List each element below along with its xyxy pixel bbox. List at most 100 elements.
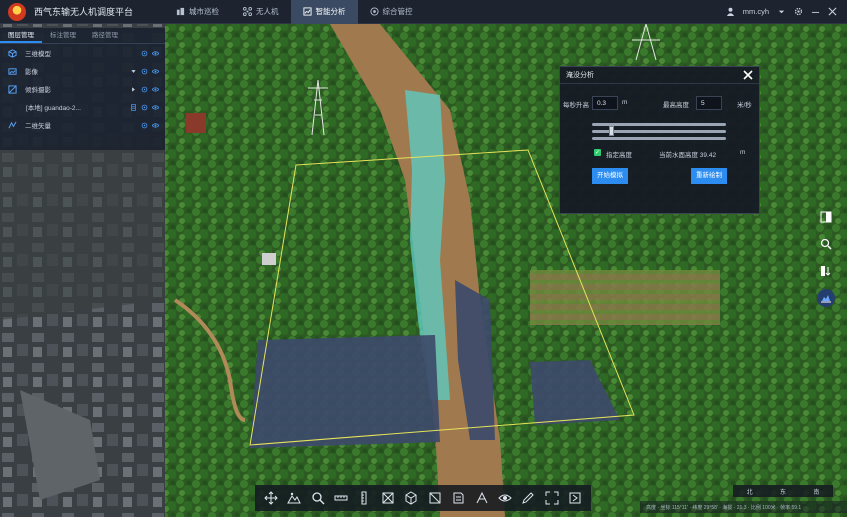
tab-city-inspection[interactable]: 城市巡检 [164,0,231,24]
search-button[interactable] [309,489,327,507]
specify-height-checkbox[interactable]: ✓ [594,149,601,156]
search-icon [311,492,325,505]
terrain-icon [287,492,301,504]
tab-integrated-control[interactable]: 综合管控 [358,0,425,24]
minimize-icon[interactable] [811,7,820,16]
app-logo [8,2,26,21]
chevron-down-icon[interactable] [130,68,137,75]
max-height-input[interactable] [696,96,722,110]
tab-label: 无人机 [256,7,279,16]
status-text: 高度 · 坐标 115°11' · 纬度 29°58' · 海拔 · 21.3 … [646,504,802,511]
viewshed-button[interactable] [496,489,514,507]
nav-tabs: 城市巡检 无人机 智能分析 综合管控 [164,0,425,24]
flood-analysis-panel: 淹没分析 [559,66,760,214]
locate-icon[interactable] [141,86,148,93]
split-screen-button[interactable] [817,262,835,280]
rise-rate-unit: m [622,99,628,106]
document-icon[interactable] [130,103,137,111]
control-icon [369,7,379,16]
user-name[interactable]: mm.cyh [743,7,769,16]
layer-item-imagery[interactable]: 影像 [0,62,165,80]
gear-icon[interactable] [794,7,803,16]
eye-icon[interactable] [152,104,159,111]
water-height-readout: 当前水面高度 39.42 [659,152,717,159]
status-bar: 高度 · 坐标 115°11' · 纬度 29°58' · 海拔 · 21.3 … [640,501,847,513]
locate-icon[interactable] [141,104,148,111]
measure-distance-button[interactable] [332,489,350,507]
map-navigation-controls: 北 东 南 [733,485,833,497]
tab-label: 城市巡检 [189,7,219,16]
vector-icon [8,121,17,128]
bottom-toolbar [255,485,591,511]
start-simulation-button[interactable]: 开始模拟 [592,168,628,184]
measure-distance-icon [334,495,348,501]
tab-label: 综合管控 [382,7,413,16]
panel-title: 淹没分析 [566,72,594,79]
cube-icon [8,48,17,58]
slope-button[interactable] [473,489,491,507]
exit-button[interactable] [566,489,584,507]
search-location-button[interactable] [817,235,835,253]
oblique-icon [8,84,17,94]
layer-name: [本地] guandao-2... [26,105,81,112]
fullscreen-button[interactable] [543,489,561,507]
section-button[interactable] [426,489,444,507]
water-height-unit: m [740,149,746,156]
east-button[interactable]: 东 [780,487,786,496]
top-right-controls: mm.cyh [726,7,847,16]
layer-item-guandao[interactable]: [本地] guandao-2... [0,98,165,116]
tab-drone[interactable]: 无人机 [231,0,291,24]
terrain-button[interactable] [285,489,303,507]
rise-rate-input[interactable] [592,96,618,110]
chevron-right-icon[interactable] [130,86,137,93]
layer-actions [130,103,165,111]
tab-annotation-management[interactable]: 标注管理 [42,28,84,43]
tab-smart-analysis[interactable]: 智能分析 [290,0,358,24]
layer-item-2d-vector[interactable]: 二维矢量 [0,116,165,134]
drone-icon [243,7,252,16]
layer-item-3d-model[interactable]: 三维模型 [0,44,165,62]
analysis-icon [302,7,312,16]
area-icon [382,492,394,504]
viewshed-icon [498,494,512,502]
eye-icon[interactable] [152,122,159,129]
close-icon[interactable] [743,70,753,80]
height-slider[interactable] [592,126,726,136]
close-icon[interactable] [828,7,837,16]
layer-name: 二维矢量 [25,123,51,130]
area-button[interactable] [379,489,397,507]
eye-icon[interactable] [152,86,159,93]
layer-item-oblique-photography[interactable]: 倾斜摄影 [0,80,165,98]
layer-actions [141,122,165,129]
volume-button[interactable] [402,489,420,507]
track-line [592,137,726,140]
section-icon [429,492,441,504]
draw-button[interactable] [519,489,537,507]
profile-button[interactable] [449,489,467,507]
layer-panel-tabs: 图层管理 标注管理 路径管理 [0,28,165,44]
locate-icon[interactable] [141,122,148,129]
move-button[interactable] [262,489,280,507]
move-icon [263,491,278,505]
layers-compare-button[interactable] [817,208,835,226]
eye-icon[interactable] [152,68,159,75]
user-icon [726,7,734,16]
tab-layer-management[interactable]: 图层管理 [0,28,42,43]
eye-icon[interactable] [152,50,159,57]
profile-icon [453,492,464,504]
north-button[interactable]: 北 [747,487,753,496]
locate-icon[interactable] [141,50,148,57]
layer-name: 倾斜摄影 [25,87,51,94]
redraw-button[interactable]: 重新绘制 [691,168,727,184]
measure-height-button[interactable] [355,489,373,507]
layer-panel: 图层管理 标注管理 路径管理 三维模型 影像 倾斜摄影 [本地] guandao… [0,28,165,150]
locate-icon[interactable] [141,68,148,75]
slider-handle[interactable] [609,126,615,136]
image-icon [8,67,17,75]
flood-analysis-button[interactable] [817,289,835,307]
tab-path-management[interactable]: 路径管理 [84,28,126,43]
tab-label: 智能分析 [315,7,346,16]
south-button[interactable]: 南 [813,487,819,496]
chevron-down-icon[interactable] [777,7,786,16]
top-bar: 西气东输无人机调度平台 城市巡检 无人机 智能分析 综合管控 mm.cyh [0,0,847,24]
